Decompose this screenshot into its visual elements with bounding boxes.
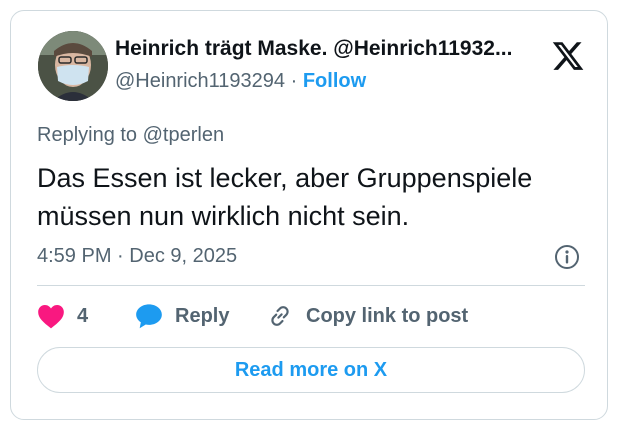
tweet-text: Das Essen ist lecker, aber Gruppenspiele… (37, 163, 533, 231)
author-avatar[interactable] (38, 31, 108, 101)
tweet-time: 4:59 PM (37, 245, 112, 267)
like-button[interactable]: 4 (37, 301, 88, 331)
reply-label: Reply (175, 304, 230, 327)
tweet-timestamp[interactable]: 4:59 PM · Dec 9, 2025 (37, 245, 237, 268)
avatar-image (38, 31, 108, 101)
read-more-label: Read more on X (234, 358, 388, 381)
author-handle[interactable]: @Heinrich1193294 (115, 70, 285, 92)
x-logo-icon[interactable] (551, 39, 585, 73)
copy-link-button[interactable]: Copy link to post (266, 301, 468, 331)
tweet-date: Dec 9, 2025 (129, 245, 238, 267)
link-icon (271, 306, 289, 326)
replying-to[interactable]: Replying to @tperlen (37, 124, 224, 147)
handle-separator: · (290, 70, 298, 92)
reply-button[interactable]: Reply (135, 301, 229, 331)
info-icon[interactable] (554, 244, 580, 270)
copy-link-label: Copy link to post (306, 304, 469, 327)
author-display-name[interactable]: Heinrich trägt Maske. @Heinrich11932... (115, 37, 535, 61)
follow-link[interactable]: Follow (303, 70, 366, 92)
like-count: 4 (77, 304, 89, 327)
tweet-embed-card: Heinrich trägt Maske. @Heinrich11932... … (10, 10, 608, 420)
speech-bubble-icon (136, 304, 162, 329)
read-more-button[interactable]: Read more on X (37, 347, 585, 393)
timestamp-separator: · (117, 245, 124, 267)
heart-icon (38, 305, 64, 329)
divider (37, 285, 585, 286)
author-handle-row: @Heinrich1193294 · Follow (115, 70, 366, 93)
